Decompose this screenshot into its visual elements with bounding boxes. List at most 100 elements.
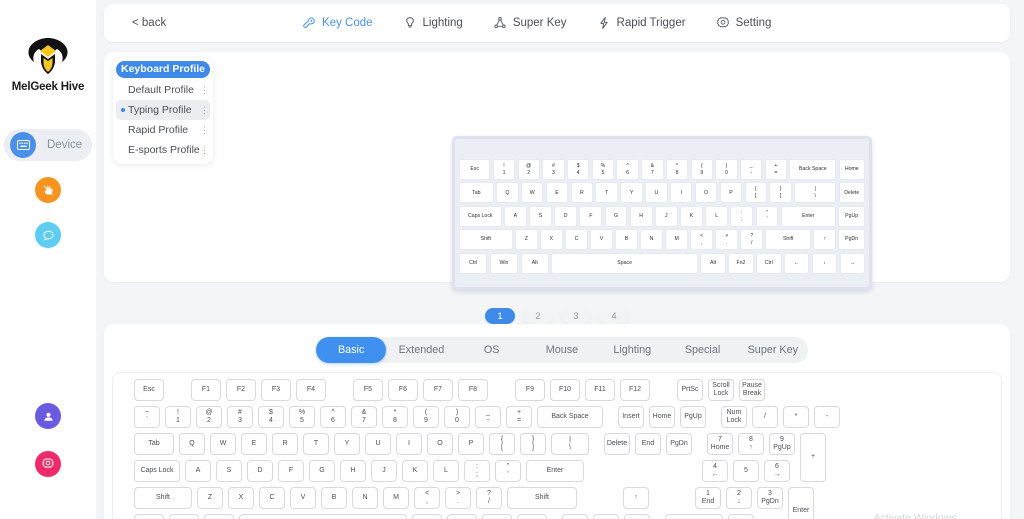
sidebar-item-chat[interactable] [35, 219, 61, 251]
keycode-key[interactable]: | \ [551, 433, 589, 455]
preview-key[interactable]: ? / [740, 229, 764, 251]
preview-key[interactable]: " ' [755, 205, 779, 227]
preview-key[interactable]: T [595, 182, 618, 204]
preview-key[interactable]: M [665, 229, 688, 251]
keycode-key[interactable]: H [340, 460, 366, 482]
keycode-key[interactable]: I [396, 433, 422, 455]
preview-key[interactable]: {[ [744, 182, 767, 204]
keycode-key[interactable]: F6 [388, 379, 418, 401]
preview-key[interactable]: P [719, 182, 743, 204]
keycode-tab-extended[interactable]: Extended [386, 337, 456, 363]
preview-key[interactable]: >. [715, 229, 739, 251]
keycode-key[interactable]: Insert [618, 406, 644, 428]
preview-key[interactable]: Shift [765, 229, 811, 251]
keycode-key[interactable]: L [433, 460, 459, 482]
keycode-key[interactable]: F4 [296, 379, 326, 401]
keycode-key[interactable]: ^ 6 [320, 406, 346, 428]
keycode-key[interactable]: B [321, 487, 347, 509]
preview-key[interactable]: (9 [690, 159, 713, 180]
keycode-key[interactable]: #3 [227, 406, 253, 428]
kebab-menu-icon[interactable]: ⋮ [200, 86, 209, 95]
keycode-key[interactable]: Ctrl [134, 514, 164, 519]
keycode-key[interactable]: ↑ [623, 487, 649, 509]
keycode-key[interactable]: F1 [191, 379, 221, 401]
preview-key[interactable]: @2 [517, 159, 540, 180]
preview-key[interactable]: ^ 6 [616, 159, 639, 180]
keycode-key[interactable]: PgUp [680, 406, 706, 428]
keycode-key[interactable]: 8 ↑ [738, 433, 764, 455]
keycode-key[interactable]: U [365, 433, 391, 455]
keycode-key[interactable]: V [290, 487, 316, 509]
preview-key[interactable]: Ctrl [459, 252, 488, 274]
back-button[interactable]: < back [132, 17, 302, 29]
keycode-key[interactable]: Num Lock [721, 406, 747, 428]
preview-key[interactable]: Q [496, 182, 519, 204]
tab-setting[interactable]: Setting [716, 16, 771, 30]
preview-key[interactable]: Z [515, 229, 538, 251]
preview-key[interactable]: $4 [567, 159, 590, 180]
preview-key[interactable]: ↓ [811, 252, 838, 274]
preview-key[interactable]: H [629, 205, 653, 227]
preview-key[interactable]: & 7 [641, 159, 664, 180]
preview-key[interactable]: N [640, 229, 663, 251]
keycode-key[interactable]: >. [445, 487, 471, 509]
tab-lighting[interactable]: Lighting [403, 16, 463, 30]
kebab-menu-icon[interactable]: ⋮ [200, 106, 209, 115]
preview-key[interactable]: G [604, 205, 628, 227]
preview-key[interactable]: V [590, 229, 613, 251]
keycode-key[interactable]: ? / [476, 487, 502, 509]
keycode-key[interactable]: End [635, 433, 661, 455]
preview-key[interactable]: Fn2 [728, 252, 754, 274]
keycode-key[interactable]: F3 [261, 379, 291, 401]
keycode-key[interactable]: F8 [458, 379, 488, 401]
keycode-key[interactable]: . Del [728, 514, 754, 519]
keycode-key[interactable]: E [241, 433, 267, 455]
keycode-key[interactable]: F9 [515, 379, 545, 401]
pagination-page[interactable]: 1 [485, 308, 515, 324]
preview-key[interactable]: Enter [780, 205, 836, 227]
keycode-key[interactable]: Y [334, 433, 360, 455]
sidebar-item-macro[interactable] [35, 174, 61, 206]
keycode-tab-os[interactable]: OS [457, 337, 527, 363]
keycode-key[interactable]: :; [464, 460, 490, 482]
keycode-tab-basic[interactable]: Basic [316, 337, 387, 363]
preview-key[interactable]: E [545, 182, 569, 204]
keycode-key[interactable]: Tab [134, 433, 174, 455]
keycode-key[interactable]: Shift [507, 487, 577, 509]
keycode-key[interactable]: Esc [134, 379, 164, 401]
keycode-key[interactable]: (9 [413, 406, 439, 428]
preview-key[interactable]: O [694, 182, 718, 204]
keycode-key[interactable]: 3 PgDn [757, 487, 783, 509]
preview-key[interactable]: ) 0 [715, 159, 738, 180]
keycode-key[interactable]: ~ ` [134, 406, 160, 428]
preview-key[interactable]: Tab [459, 182, 494, 204]
preview-key[interactable]: _ - [740, 159, 763, 180]
preview-key[interactable]: ! 1 [492, 159, 516, 180]
keycode-key[interactable]: Z [197, 487, 223, 509]
preview-key[interactable]: ↑ [813, 229, 836, 251]
preview-key[interactable]: L [705, 205, 729, 227]
keycode-key[interactable]: S [216, 460, 242, 482]
preview-key[interactable]: Shift [459, 229, 513, 251]
sidebar-item-settings[interactable] [35, 448, 61, 480]
preview-key[interactable]: Back Space [789, 159, 837, 180]
keycode-key[interactable]: + [800, 433, 826, 482]
keycode-key[interactable]: + = [506, 406, 532, 428]
keycode-key[interactable]: F7 [423, 379, 453, 401]
keycode-key[interactable]: Ctrl [517, 514, 547, 519]
keycode-key[interactable]: Alt [204, 514, 234, 519]
pagination-page[interactable]: 3 [561, 308, 591, 324]
keycode-key[interactable]: C [259, 487, 285, 509]
keycode-key[interactable]: PrtSc [677, 379, 703, 401]
sidebar-item-device[interactable]: Device [4, 129, 92, 161]
keycode-key[interactable]: Win [169, 514, 199, 519]
keycode-key[interactable]: 0 Ins [665, 514, 723, 519]
keycode-key[interactable]: " ' [495, 460, 521, 482]
keycode-key[interactable]: F2 [226, 379, 256, 401]
keycode-key[interactable]: ↓ [593, 514, 619, 519]
keycode-key[interactable]: {[ [489, 433, 515, 455]
keycode-key[interactable]: F [278, 460, 304, 482]
keycode-key[interactable]: $4 [258, 406, 284, 428]
preview-key[interactable]: | \ [794, 182, 837, 204]
preview-key[interactable]: I [670, 182, 693, 204]
